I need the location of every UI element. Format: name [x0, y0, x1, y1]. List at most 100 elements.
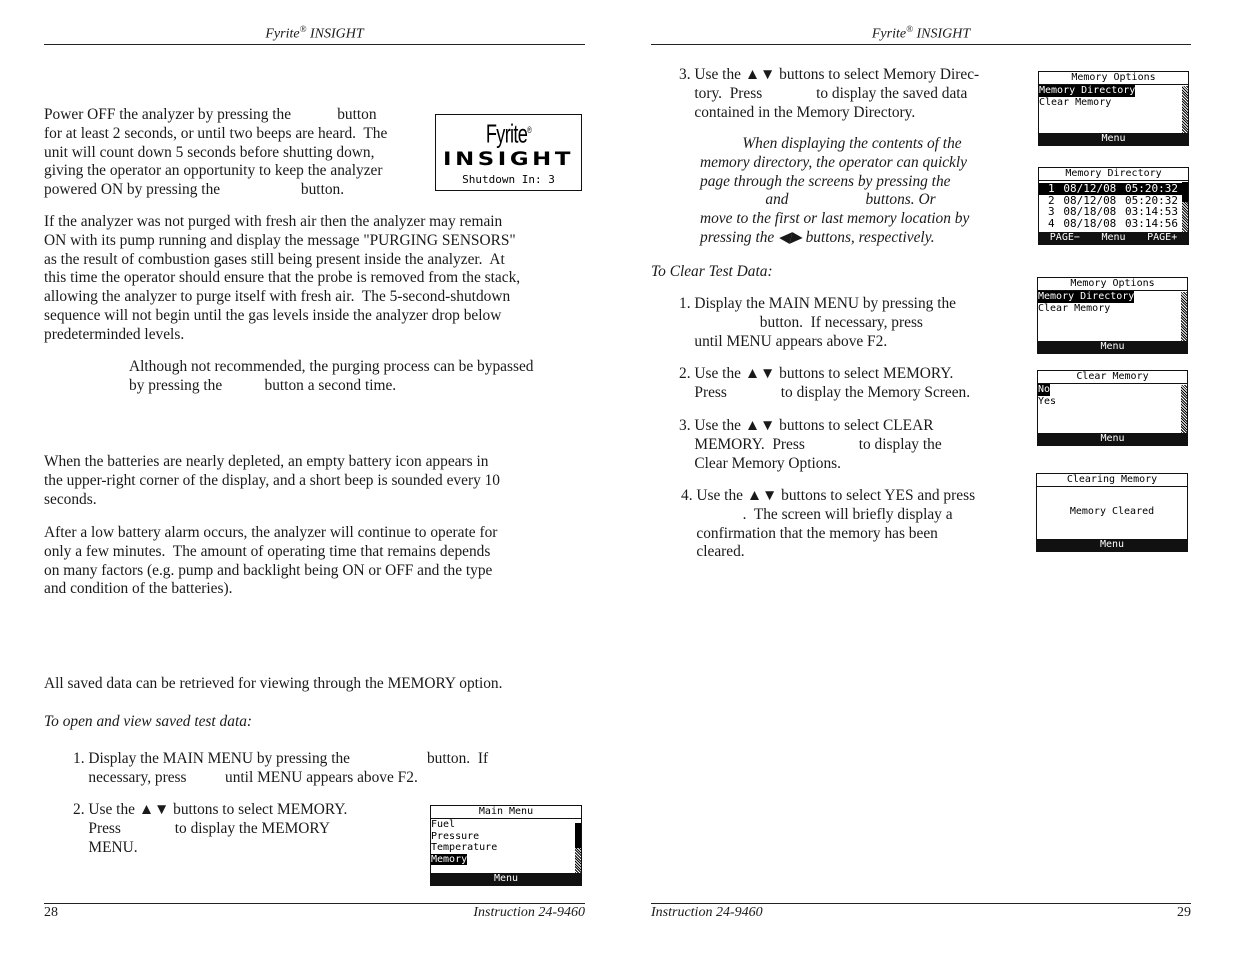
menu-item: Pressure	[431, 830, 480, 842]
memory-directory-screen: Memory Directory 1 08/12/08 05:20:32 2 08/12…	[1038, 167, 1189, 245]
text-line: 3. Use the ▲▼ buttons to select Memory D…	[679, 66, 980, 83]
text-line: unit will count down 5 seconds before sh…	[44, 143, 375, 161]
scrollbar	[1181, 292, 1187, 341]
text-line: by pressing the button a second time.	[129, 376, 397, 394]
page-up-softkey: PAGE+	[1147, 232, 1178, 243]
menu-item: Yes	[1038, 395, 1057, 407]
text-line: . The screen will briefly display a	[681, 505, 953, 523]
footer-rule	[651, 903, 1191, 904]
text-line: pressing the ◀▶ buttons, respectively.	[700, 228, 935, 246]
text-line: 1. Display the MAIN MENU by pressing the…	[73, 750, 489, 767]
screen-title: Clear Memory	[1038, 371, 1187, 384]
header-rule	[651, 44, 1191, 45]
softkey-bar: Menu	[1039, 133, 1188, 145]
text-line: Press to display the Memory Screen.	[679, 383, 971, 401]
paging-note: When displaying the contents of the memor…	[700, 135, 969, 248]
text-line: 2. Use the ▲▼ buttons to select MEMORY.	[679, 365, 954, 382]
text-line: After a low battery alarm occurs, the an…	[44, 524, 498, 541]
softkey-bar: Menu	[1038, 433, 1187, 445]
softkey-bar: Menu	[1038, 341, 1187, 353]
entry-time: 03:14:53	[1125, 205, 1178, 218]
text-line: When displaying the contents of the	[700, 135, 962, 152]
brand-name: Fyrite	[265, 26, 300, 42]
menu-item: Clear Memory	[1039, 96, 1112, 108]
clear-memory-screen: Clear Memory No Yes Menu	[1037, 370, 1188, 446]
text-line: move to the first or last memory locatio…	[700, 210, 970, 228]
running-head: Fyrite® INSIGHT	[651, 24, 1191, 43]
scrollbar	[575, 823, 581, 873]
product-name: INSIGHT	[912, 26, 971, 42]
text-line: 4. Use the ▲▼ buttons to select YES and …	[681, 487, 976, 504]
text-line: and buttons. Or	[700, 191, 936, 209]
text-line: MEMORY. Press to display the	[679, 435, 942, 453]
registered-mark: ®	[906, 24, 913, 34]
text-line: cleared.	[681, 543, 745, 561]
confirmation-message: Memory Cleared	[1069, 506, 1155, 517]
text-line: button. If necessary, press	[679, 313, 923, 331]
text-line: only a few minutes. The amount of operat…	[44, 542, 491, 560]
screen-title: Clearing Memory	[1037, 474, 1187, 487]
text-line: tory. Press to display the saved data	[679, 84, 968, 102]
text-line: Power OFF the analyzer by pressing the b…	[44, 106, 377, 123]
step-3: 3. Use the ▲▼ buttons to select Memory D…	[679, 66, 979, 122]
clear-step-3: 3. Use the ▲▼ buttons to select CLEAR ME…	[679, 417, 942, 473]
text-line: memory directory, the operator can quick…	[700, 153, 967, 171]
doc-id: Instruction 24-9460	[651, 905, 763, 920]
directory-entry: 3 08/18/08 03:14:53	[1039, 206, 1182, 218]
menu-item: Memory Directory	[1038, 291, 1135, 303]
softkey-bar: PAGE− Menu PAGE+	[1039, 232, 1188, 244]
text-line: powered ON by pressing the button.	[44, 181, 345, 199]
page-number: 28	[44, 905, 58, 920]
text-line: this time the operator should ensure tha…	[44, 269, 521, 287]
main-menu-screen: Main Menu Fuel Pressure Temperature Memory …	[430, 805, 582, 886]
text-line: 1. Display the MAIN MENU by pressing the	[679, 295, 957, 312]
splash-brand-logo: Fyrite®	[485, 118, 532, 149]
page-down-softkey: PAGE−	[1049, 232, 1080, 243]
text-line: ON with its pump running and display the…	[44, 231, 516, 249]
softkey-bar: Menu	[1037, 539, 1187, 551]
screen-title: Memory Options	[1038, 278, 1187, 291]
directory-entry: 4 08/18/08 03:14:56	[1039, 216, 1182, 230]
menu-item: Clear Memory	[1038, 302, 1111, 314]
text-line: When the batteries are nearly depleted, …	[44, 453, 489, 470]
entry-date: 08/18/08	[1063, 205, 1117, 218]
text-line: contained in the Memory Directory.	[679, 103, 916, 121]
entry-index: 1	[1048, 182, 1055, 195]
text-line: the upper-right corner of the display, a…	[44, 471, 500, 489]
clear-step-4: 4. Use the ▲▼ buttons to select YES and …	[681, 487, 975, 562]
entry-time: 05:20:32	[1125, 182, 1178, 195]
purge-note: Although not recommended, the purging pr…	[129, 358, 533, 396]
menu-item: No	[1038, 384, 1051, 396]
step-2: 2. Use the ▲▼ buttons to select MEMORY. …	[73, 801, 347, 857]
menu-item: Memory	[431, 853, 468, 865]
product-name: INSIGHT	[306, 26, 364, 42]
softkey-bar: Menu	[431, 873, 581, 885]
text-line: 2. Use the ▲▼ buttons to select MEMORY.	[73, 801, 348, 818]
text-line: until MENU appears above F2.	[679, 332, 888, 350]
text-line: sequence will not begin until the gas le…	[44, 306, 502, 324]
text-line: 3. Use the ▲▼ buttons to select CLEAR	[679, 417, 934, 434]
menu-list: No Yes	[1038, 384, 1187, 434]
shutdown-screen: Fyrite® INSIGHT Shutdown In: 3	[435, 114, 582, 191]
running-head: Fyrite® INSIGHT	[44, 24, 585, 43]
memory-options-screen: Memory Options Memory Directory Clear Mem…	[1038, 71, 1189, 146]
clearing-memory-screen: Clearing Memory Memory Cleared Menu	[1036, 473, 1188, 552]
text-line: giving the operator an opportunity to ke…	[44, 162, 383, 180]
screen-title: Memory Options	[1039, 72, 1188, 85]
scrollbar	[1182, 86, 1188, 133]
memory-intro: All saved data can be retrieved for view…	[44, 675, 503, 692]
header-rule	[44, 44, 585, 45]
entry-index: 3	[1048, 205, 1055, 218]
text-line: allowing the analyzer to purge itself wi…	[44, 288, 511, 306]
screen-title: Memory Directory	[1039, 168, 1188, 181]
text-line: page through the screens by pressing the	[700, 172, 951, 190]
menu-softkey: Menu	[1101, 232, 1126, 243]
entry-date: 08/18/08	[1063, 216, 1117, 230]
directory-list: 1 08/12/08 05:20:32 2 08/12/08 05:20:32 3 08/18…	[1039, 181, 1188, 235]
menu-item: Fuel	[431, 819, 456, 830]
menu-list: Memory Directory Clear Memory	[1038, 291, 1187, 341]
memory-options-screen-2: Memory Options Memory Directory Clear Mem…	[1037, 277, 1188, 354]
step-1: 1. Display the MAIN MENU by pressing the…	[73, 750, 488, 788]
text-line: for at least 2 seconds, or until two bee…	[44, 124, 388, 142]
directory-entry: 1 08/12/08 05:20:32	[1039, 183, 1182, 195]
